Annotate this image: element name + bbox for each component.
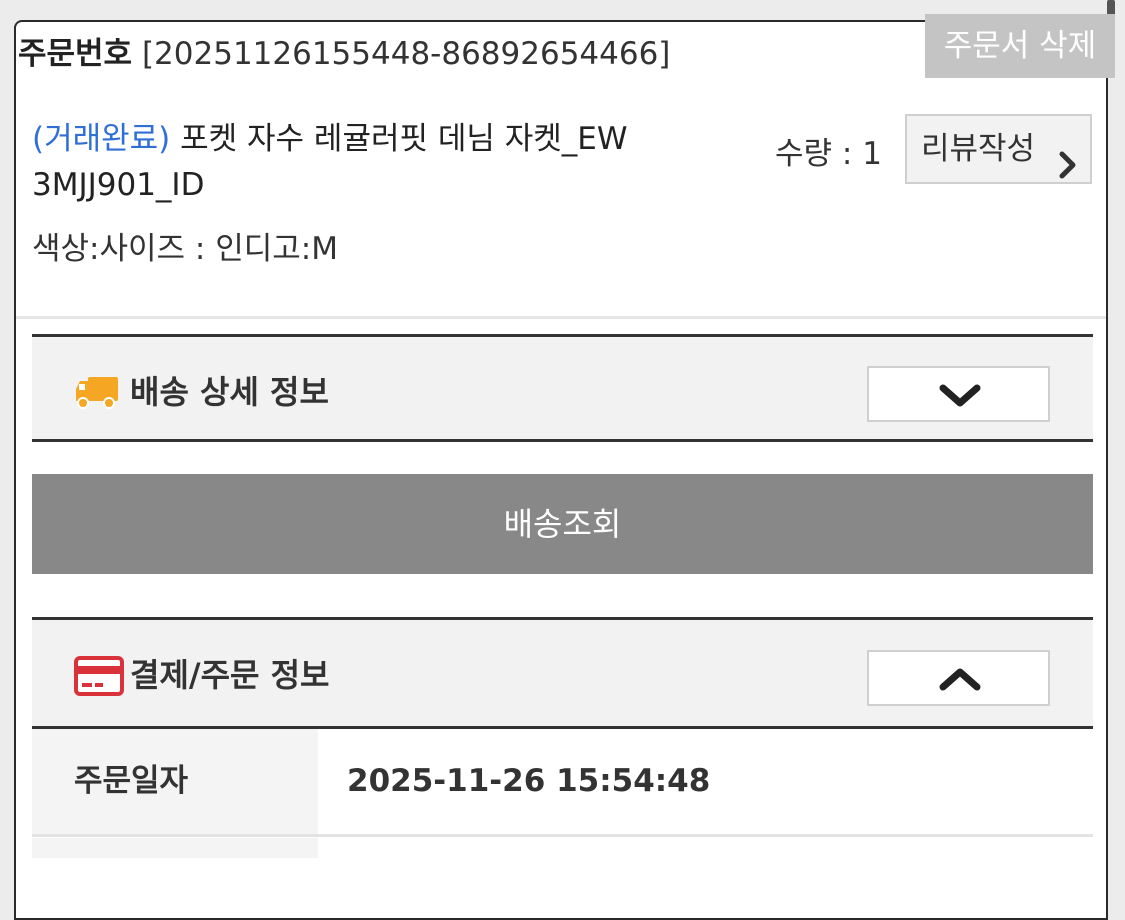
truck-icon (74, 373, 120, 415)
credit-card-icon (74, 656, 124, 700)
order-date-row: 주문일자 2025-11-26 15:54:48 (32, 729, 1093, 837)
write-review-label: 리뷰작성 (921, 131, 1036, 167)
divider (16, 316, 1106, 319)
payment-section-header[interactable]: 결제/주문 정보 (32, 617, 1093, 729)
delivery-section-title: 배송 상세 정보 (130, 373, 329, 411)
write-review-button[interactable]: 리뷰작성 (905, 114, 1092, 184)
payment-section-title: 결제/주문 정보 (130, 656, 330, 694)
order-date-value: 2025-11-26 15:54:48 (347, 763, 711, 799)
track-delivery-button[interactable]: 배송조회 (32, 474, 1093, 574)
order-number-header: 주문번호 [20251126155448-86892654466] (18, 28, 670, 73)
order-number-value: [20251126155448-86892654466] (141, 36, 671, 72)
product-option: 색상:사이즈 : 인디고:M (32, 231, 338, 267)
delete-order-button[interactable]: 주문서 삭제 (925, 14, 1115, 78)
delivery-section-header[interactable]: 배송 상세 정보 (32, 334, 1093, 442)
next-info-row (32, 838, 1093, 858)
order-status: (거래완료) (32, 121, 171, 157)
product-quantity: 수량 : 1 (775, 136, 882, 172)
delivery-toggle-button[interactable] (867, 366, 1050, 422)
product-info: (거래완료) 포켓 자수 레귤러핏 데님 자켓_EW 3MJJ901_ID (32, 116, 712, 208)
order-date-label: 주문일자 (32, 729, 318, 834)
chevron-right-icon (1058, 136, 1078, 202)
payment-toggle-button[interactable] (867, 650, 1050, 706)
order-number-label: 주문번호 (18, 36, 133, 72)
next-info-label (32, 838, 318, 858)
